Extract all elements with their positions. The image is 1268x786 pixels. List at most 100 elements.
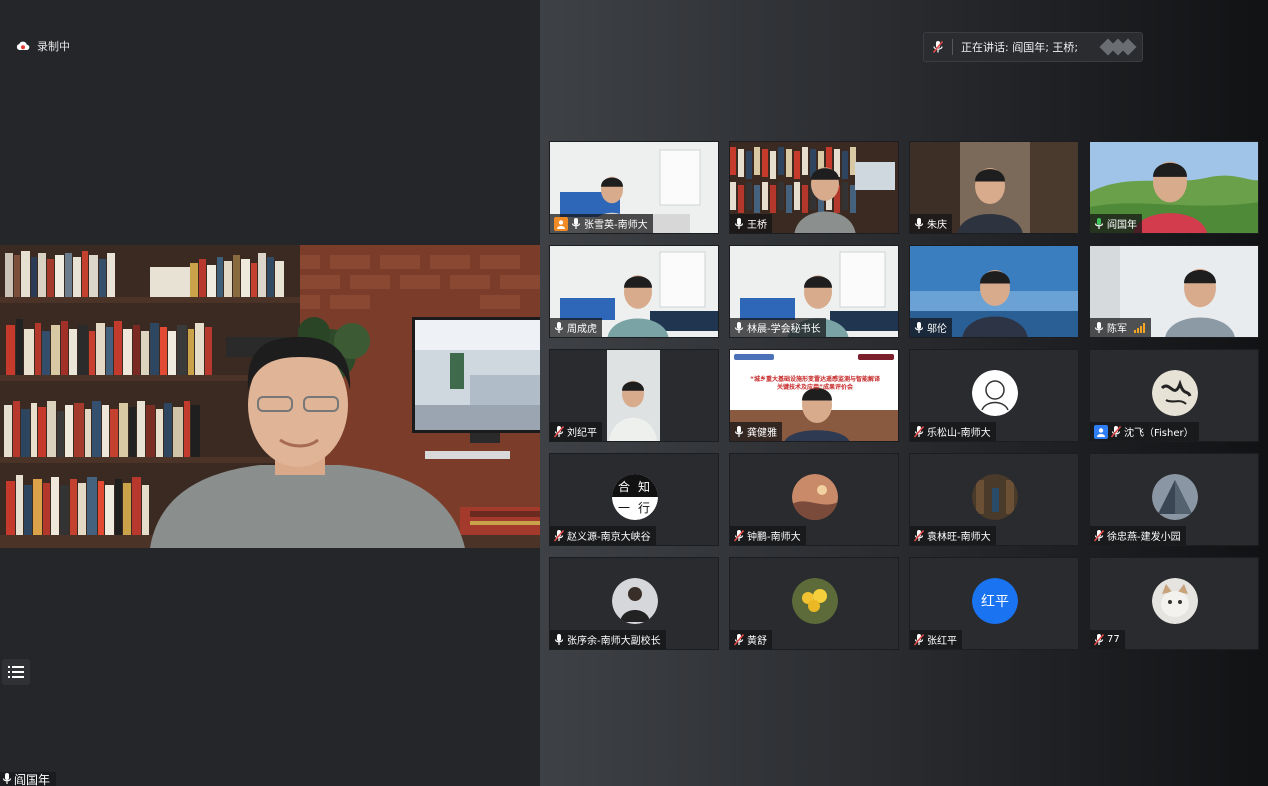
- participant-tile[interactable]: 袁林旺-南师大: [909, 453, 1079, 546]
- muted-microphone-icon: [554, 425, 564, 437]
- microphone-icon: [734, 321, 744, 333]
- participant-name: 邬伦: [927, 324, 947, 335]
- avatar: [972, 474, 1018, 520]
- participant-name-bar: 张雪英-南师大: [550, 214, 653, 233]
- participant-tile[interactable]: 张雪英-南师大: [549, 141, 719, 234]
- participant-tile[interactable]: 周成虎: [549, 245, 719, 338]
- muted-microphone-icon: [554, 529, 564, 541]
- participant-tile[interactable]: 沈飞（Fisher）: [1089, 349, 1259, 442]
- participant-tile[interactable]: 乐松山-南师大: [909, 349, 1079, 442]
- participant-tile[interactable]: 红平 张红平: [909, 557, 1079, 650]
- participant-tile[interactable]: 钟鹏-南师大: [729, 453, 899, 546]
- participant-name-bar: 沈飞（Fisher）: [1090, 422, 1199, 441]
- participant-tile[interactable]: 邬伦: [909, 245, 1079, 338]
- recording-label: 录制中: [37, 40, 70, 53]
- participant-name-bar: 袁林旺-南师大: [910, 526, 996, 545]
- main-speaker-name: 阎国年: [14, 772, 51, 786]
- participant-tile[interactable]: 77: [1089, 557, 1259, 650]
- avatar-char: 知: [638, 480, 651, 494]
- participant-name-bar: 王桥: [730, 214, 772, 233]
- participant-name-bar: 乐松山-南师大: [910, 422, 996, 441]
- participant-name: 徐忠燕-建发小园: [1107, 532, 1181, 543]
- participant-tile[interactable]: 黄舒: [729, 557, 899, 650]
- muted-microphone-icon: [932, 40, 944, 54]
- muted-microphone-icon: [914, 633, 924, 645]
- microphone-icon: [554, 633, 564, 645]
- microphone-icon: [1094, 217, 1104, 229]
- participant-name: 黄舒: [747, 636, 767, 647]
- talking-indicator: 正在讲话: 阎国年; 王桥;: [923, 32, 1143, 62]
- participant-name-bar: 林晨-学会秘书长: [730, 318, 826, 337]
- participant-name: 袁林旺-南师大: [927, 532, 991, 543]
- avatar-initials: 红平: [972, 578, 1018, 624]
- host-icon: [557, 219, 565, 229]
- avatar-char: 一: [618, 501, 631, 515]
- participant-name: 张序余-南师大副校长: [567, 636, 661, 647]
- muted-microphone-icon: [1094, 633, 1104, 645]
- avatar-library-icon: [972, 474, 1018, 520]
- avatar: [972, 370, 1018, 416]
- avatar: [1152, 474, 1198, 520]
- participant-tile[interactable]: 王桥: [729, 141, 899, 234]
- participant-list-button[interactable]: [2, 659, 30, 685]
- microphone-icon: [571, 217, 581, 229]
- avatar-calligraphy-icon: [1152, 370, 1198, 416]
- cohost-badge: [1094, 424, 1108, 439]
- banner-title: “城乡重大基础设施形变雷达遥感监测与智能解译 关键技术及应用”成果评价会: [730, 376, 898, 392]
- recording-indicator[interactable]: 录制中: [16, 38, 70, 54]
- muted-microphone-icon: [914, 529, 924, 541]
- participant-name-bar: 刘纪平: [550, 422, 602, 441]
- participant-name: 龚健雅: [747, 428, 777, 439]
- participant-tile[interactable]: 刘纪平: [549, 349, 719, 442]
- avatar: [1152, 370, 1198, 416]
- participant-name: 陈军: [1107, 324, 1127, 335]
- participant-name: 沈飞（Fisher）: [1124, 428, 1194, 439]
- avatar: [792, 578, 838, 624]
- muted-microphone-icon: [1094, 529, 1104, 541]
- avatar: [612, 578, 658, 624]
- participant-name-bar: 黄舒: [730, 630, 772, 649]
- microphone-icon: [734, 217, 744, 229]
- avatar-person-icon: [612, 578, 658, 624]
- participant-name: 张雪英-南师大: [584, 220, 648, 231]
- gallery-view: 正在讲话: 阎国年; 王桥; 张雪英-南师大 王桥 朱庆 阎国年周成虎 林晨-学会秘书长…: [540, 0, 1268, 786]
- main-video-scene: [0, 245, 540, 548]
- participant-name-bar: 周成虎: [550, 318, 602, 337]
- participant-tile[interactable]: 徐忠燕-建发小园: [1089, 453, 1259, 546]
- participant-tile[interactable]: 合知一行赵义源-南京大峡谷: [549, 453, 719, 546]
- participant-tile[interactable]: 陈军: [1089, 245, 1259, 338]
- muted-microphone-icon: [1111, 425, 1121, 437]
- talking-text: 正在讲话: 阎国年; 王桥;: [961, 41, 1079, 54]
- participant-tile[interactable]: 朱庆: [909, 141, 1079, 234]
- microphone-icon: [554, 321, 564, 333]
- avatar: 红平: [972, 578, 1018, 624]
- participant-tile[interactable]: 阎国年: [1089, 141, 1259, 234]
- list-icon: [8, 666, 24, 678]
- microphone-icon: [2, 773, 12, 784]
- participant-name-bar: 阎国年: [1090, 214, 1142, 233]
- participant-name: 钟鹏-南师大: [747, 532, 801, 543]
- participant-name: 阎国年: [1107, 220, 1137, 231]
- avatar: [1152, 578, 1198, 624]
- host-badge: [554, 216, 568, 231]
- microphone-icon: [914, 321, 924, 333]
- speaker-avatars-icon: [1099, 38, 1137, 56]
- meeting-window: 录制中 阎国年 正在讲话: 阎国年; 王桥; 张雪英-南师大 王桥 朱庆 阎国年…: [0, 0, 1268, 786]
- participant-name-bar: 张序余-南师大副校长: [550, 630, 666, 649]
- participant-tile[interactable]: 林晨-学会秘书长: [729, 245, 899, 338]
- main-speaker-video[interactable]: [0, 245, 540, 548]
- participant-name-bar: 邬伦: [910, 318, 952, 337]
- avatar-flowers-icon: [792, 578, 838, 624]
- participant-tile[interactable]: 张序余-南师大副校长: [549, 557, 719, 650]
- signal-strength-icon: [1134, 322, 1145, 333]
- avatar-cat-icon: [1152, 578, 1198, 624]
- microphone-icon: [914, 217, 924, 229]
- banner-logo-right: [858, 354, 894, 360]
- participant-name-bar: 龚健雅: [730, 422, 782, 441]
- participant-name-bar: 朱庆: [910, 214, 952, 233]
- avatar: [792, 474, 838, 520]
- avatar-heyi: 合知一行: [612, 474, 658, 520]
- participant-tile[interactable]: “城乡重大基础设施形变雷达遥感监测与智能解译 关键技术及应用”成果评价会龚健雅: [729, 349, 899, 442]
- cohost-icon: [1097, 427, 1105, 437]
- participant-name: 王桥: [747, 220, 767, 231]
